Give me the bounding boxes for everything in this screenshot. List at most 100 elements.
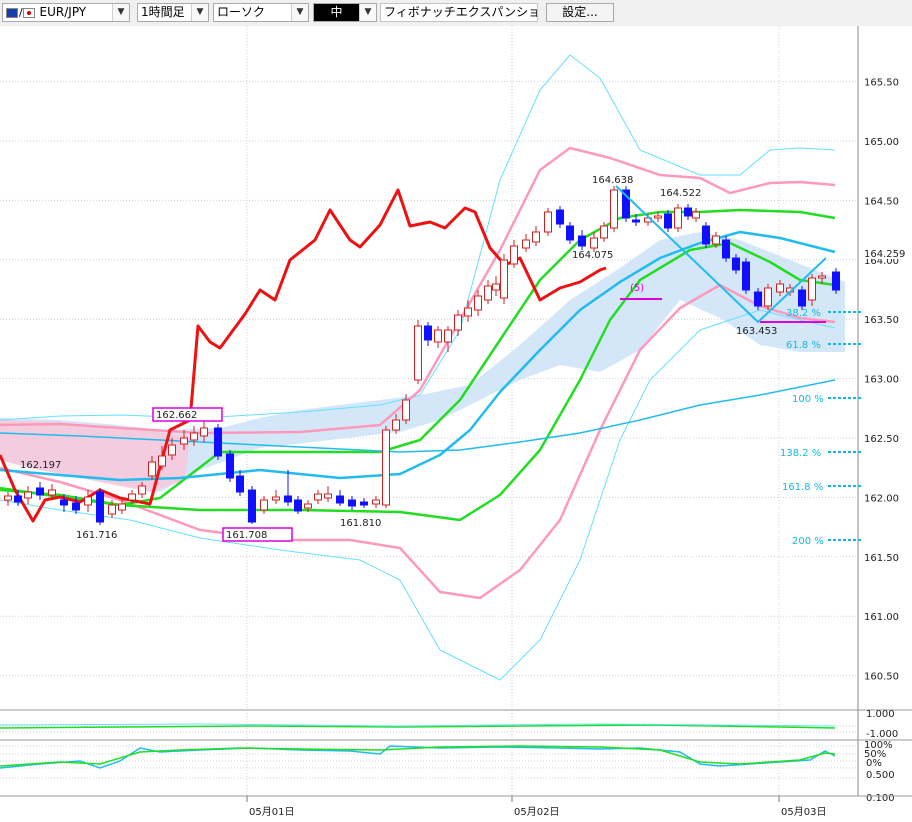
candle-body	[610, 189, 618, 229]
candle-body	[304, 503, 312, 509]
chevron-down-icon[interactable]: ▼	[291, 4, 308, 21]
fibonacci-level-label: 138.2 %	[780, 448, 821, 459]
candle-body	[424, 325, 432, 341]
candle-body	[128, 493, 136, 501]
settings-button[interactable]: 設定...	[546, 3, 614, 22]
timeframe-select[interactable]: 1時間足 ▼	[137, 3, 209, 22]
candle-body	[260, 499, 268, 511]
candle-body	[712, 235, 720, 245]
candle-body	[314, 493, 322, 501]
candle-body	[544, 211, 552, 233]
candle-body	[798, 289, 806, 307]
candle-body	[464, 307, 472, 317]
price-annotation: 161.708	[226, 530, 267, 541]
x-tick-label: 05月03日	[781, 806, 826, 818]
price-annotation: 162.197	[20, 460, 61, 471]
candle-body	[522, 239, 530, 249]
candle-body	[556, 209, 564, 225]
indicator-field[interactable]: フィボナッチエクスパンション	[380, 3, 538, 22]
price-annotation: 164.522	[660, 188, 701, 199]
candle-body	[754, 291, 762, 307]
y-tick-label: 164.50	[864, 196, 899, 207]
candle-body	[200, 427, 208, 437]
line-width-select[interactable]: 中 ▼	[313, 3, 377, 22]
candle-body	[4, 495, 12, 501]
candle-body	[108, 504, 116, 515]
fibonacci-level-label: 38.2 %	[786, 308, 821, 319]
x-tick-label: 05月02日	[514, 806, 559, 818]
candle-body	[492, 283, 500, 291]
fibonacci-level-label: 161.8 %	[782, 482, 823, 493]
candle-body	[832, 271, 840, 291]
candle-body	[818, 275, 826, 279]
candle-body	[72, 502, 80, 511]
candle-body	[732, 257, 740, 271]
chart-style-select[interactable]: ローソク ▼	[213, 3, 309, 22]
candle-body	[348, 499, 356, 507]
candle-body	[510, 245, 518, 265]
jp-flag-icon	[22, 7, 35, 18]
candle-body	[180, 437, 188, 445]
candle-body	[664, 213, 672, 229]
candle-body	[148, 461, 156, 477]
candle-body	[566, 225, 574, 241]
indicator-label: フィボナッチエクスパンション	[384, 5, 538, 19]
sub-panel-1-tick: 1.000	[866, 709, 895, 720]
candle-body	[434, 329, 442, 343]
candle-body	[702, 225, 710, 245]
y-tick-label: 163.50	[864, 315, 899, 326]
price-chart[interactable]: (5)38.2 %61.8 %100 %138.2 %161.8 %200 % …	[0, 26, 912, 822]
candle-body	[532, 231, 540, 243]
candle-body	[600, 225, 608, 239]
candle-body	[118, 503, 126, 511]
candle-body	[360, 501, 368, 506]
line-width-label: 中	[314, 4, 359, 21]
candle-body	[84, 496, 92, 506]
candle-body	[500, 259, 508, 299]
price-annotation: 162.662	[156, 410, 197, 421]
candle-body	[402, 399, 410, 421]
candle-body	[684, 207, 692, 217]
x-tick-label: 05月01日	[249, 806, 294, 818]
candle-body	[590, 237, 598, 249]
chevron-down-icon[interactable]: ▼	[359, 4, 376, 21]
y-tick-label: 161.50	[864, 553, 899, 564]
candle-body	[654, 215, 662, 219]
candle-body	[742, 261, 750, 291]
candle-body	[382, 429, 390, 506]
candle-body	[444, 329, 452, 343]
fibonacci-level-label: 61.8 %	[786, 340, 821, 351]
candle-body	[14, 495, 22, 503]
fibonacci-level-label: 200 %	[792, 536, 824, 547]
candle-body	[372, 499, 380, 505]
chevron-down-icon[interactable]: ▼	[112, 4, 129, 21]
candle-body	[190, 432, 198, 441]
candle-body	[808, 277, 816, 301]
fibonacci-level-label: 100 %	[792, 394, 824, 405]
price-annotation: 163.453	[736, 326, 777, 337]
y-tick-label: 165.50	[864, 78, 899, 89]
candle-body	[36, 487, 44, 496]
y-tick-label: 161.00	[864, 612, 899, 623]
chart-style-label: ローソク	[217, 5, 266, 19]
price-annotation: 164.075	[572, 250, 613, 261]
candle-body	[226, 453, 234, 479]
candle-body	[284, 495, 292, 503]
candle-body	[294, 499, 302, 512]
candle-body	[236, 475, 244, 493]
y-tick-label: 160.50	[864, 672, 899, 683]
sub-panel-2-tick: 0.100	[866, 793, 895, 804]
symbol-select[interactable]: / EUR/JPY ▼	[2, 3, 130, 22]
chevron-down-icon[interactable]: ▼	[191, 4, 208, 21]
candle-body	[324, 493, 332, 499]
candle-body	[60, 499, 68, 506]
sub-panel-2-tick: 0.500	[866, 770, 895, 781]
candle-body	[272, 496, 280, 501]
price-annotation: 161.716	[76, 530, 117, 541]
y-tick-label: 162.00	[864, 493, 899, 504]
candle-body	[24, 491, 32, 499]
candle-body	[96, 491, 104, 523]
candle-body	[692, 211, 700, 219]
candle-body	[674, 207, 682, 229]
candle-body	[764, 287, 772, 307]
